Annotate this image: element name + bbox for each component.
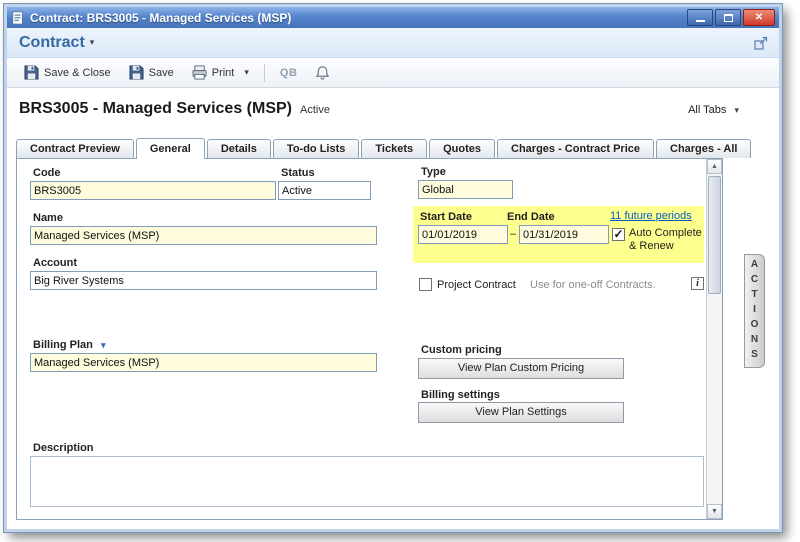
print-button[interactable]: Print ▾ (185, 61, 256, 84)
code-input[interactable] (30, 181, 276, 200)
scroll-down-icon: ▼ (711, 508, 718, 515)
print-label: Print (212, 67, 235, 79)
save-close-label: Save & Close (44, 67, 111, 79)
save-button[interactable]: Save (122, 61, 181, 84)
window-title: Contract: BRS3005 - Managed Services (MS… (30, 11, 687, 25)
tab-tickets[interactable]: Tickets (361, 139, 427, 158)
description-textarea[interactable] (30, 456, 704, 507)
end-date-input[interactable] (519, 225, 609, 244)
billing-plan-input[interactable] (30, 353, 377, 372)
toolbar-separator (264, 64, 265, 82)
module-header: Contract ▾ (7, 28, 779, 58)
billing-settings-label: Billing settings (421, 389, 500, 401)
scroll-up-icon: ▲ (711, 163, 718, 170)
auto-complete-renew-label: Auto Complete & Renew (629, 227, 709, 253)
floppy-disk-icon (129, 65, 144, 80)
project-contract-hint: Use for one-off Contracts. (530, 279, 656, 291)
maximize-button[interactable] (715, 9, 741, 26)
actions-panel-tab[interactable]: ACTIONS (744, 254, 765, 368)
app-window: Contract: BRS3005 - Managed Services (MS… (4, 4, 782, 532)
date-separator: – (510, 228, 516, 240)
minimize-icon (696, 20, 705, 22)
scroll-up-button[interactable]: ▲ (707, 159, 722, 174)
bell-icon (315, 65, 330, 80)
name-label: Name (33, 212, 63, 224)
project-contract-checkbox[interactable] (419, 278, 432, 291)
account-label: Account (33, 257, 77, 269)
view-plan-custom-pricing-button[interactable]: View Plan Custom Pricing (418, 358, 624, 379)
tab-strip: Contract Preview General Details To-do L… (16, 137, 753, 158)
all-tabs-button[interactable]: All Tabs ▾ (688, 104, 739, 116)
project-contract-label: Project Contract (437, 279, 516, 292)
billing-plan-caret-icon[interactable]: ▾ (101, 340, 106, 350)
tab-charges-contract-price[interactable]: Charges - Contract Price (497, 139, 654, 158)
tab-general[interactable]: General (136, 138, 205, 159)
type-input[interactable] (418, 180, 513, 199)
content-area: BRS3005 - Managed Services (MSP) Active … (7, 88, 779, 529)
tab-quotes[interactable]: Quotes (429, 139, 495, 158)
tab-contract-preview[interactable]: Contract Preview (16, 139, 134, 158)
billing-plan-label: Billing Plan ▾ (33, 339, 106, 351)
scroll-down-button[interactable]: ▼ (707, 504, 722, 519)
page-title: BRS3005 - Managed Services (MSP) (19, 100, 292, 118)
end-date-label: End Date (507, 211, 555, 223)
titlebar: Contract: BRS3005 - Managed Services (MS… (7, 7, 779, 28)
save-close-button[interactable]: Save & Close (17, 61, 118, 84)
tab-details[interactable]: Details (207, 139, 271, 158)
start-date-label: Start Date (420, 211, 472, 223)
printer-icon (192, 65, 207, 80)
scroll-thumb[interactable] (708, 176, 721, 294)
minimize-button[interactable] (687, 9, 713, 26)
name-input[interactable] (30, 226, 377, 245)
description-label: Description (33, 442, 94, 454)
module-title-caret-icon: ▾ (90, 37, 95, 48)
page-header: BRS3005 - Managed Services (MSP) Active … (19, 100, 739, 118)
auto-complete-renew-checkbox[interactable]: ✓ (612, 228, 625, 241)
tab-charges-all[interactable]: Charges - All (656, 139, 751, 158)
custom-pricing-label: Custom pricing (421, 344, 502, 356)
tab-panel-general: Code Status Type Name Start Date End Dat… (16, 158, 723, 520)
toolbar: Save & Close Save Print ▾ QB (7, 58, 779, 88)
floppy-disk-icon (24, 65, 39, 80)
status-label: Status (281, 167, 315, 179)
account-input[interactable] (30, 271, 377, 290)
print-caret-icon: ▾ (244, 67, 249, 78)
popout-icon[interactable] (753, 35, 769, 51)
module-title[interactable]: Contract (19, 34, 85, 52)
status-input[interactable] (278, 181, 371, 200)
checkmark-icon: ✓ (613, 229, 623, 239)
app-icon (11, 11, 25, 25)
vertical-scrollbar: ▲ ▼ (706, 159, 722, 519)
billing-plan-label-text: Billing Plan (33, 339, 93, 351)
future-periods-link[interactable]: 11 future periods (610, 210, 692, 222)
info-icon[interactable]: i (691, 277, 704, 290)
contract-status-text: Active (300, 104, 330, 116)
quickbooks-button[interactable]: QB (273, 63, 305, 83)
tab-todo-lists[interactable]: To-do Lists (273, 139, 359, 158)
close-icon: ✕ (755, 12, 763, 23)
view-plan-settings-button[interactable]: View Plan Settings (418, 402, 624, 423)
save-label: Save (149, 67, 174, 79)
notifications-button[interactable] (308, 61, 337, 84)
type-label: Type (421, 166, 446, 178)
close-button[interactable]: ✕ (743, 9, 775, 26)
chevron-down-icon: ▾ (734, 105, 739, 115)
all-tabs-label: All Tabs (688, 104, 726, 116)
start-date-input[interactable] (418, 225, 508, 244)
maximize-icon (724, 14, 733, 22)
code-label: Code (33, 167, 61, 179)
actions-panel-label: ACTIONS (749, 259, 760, 364)
